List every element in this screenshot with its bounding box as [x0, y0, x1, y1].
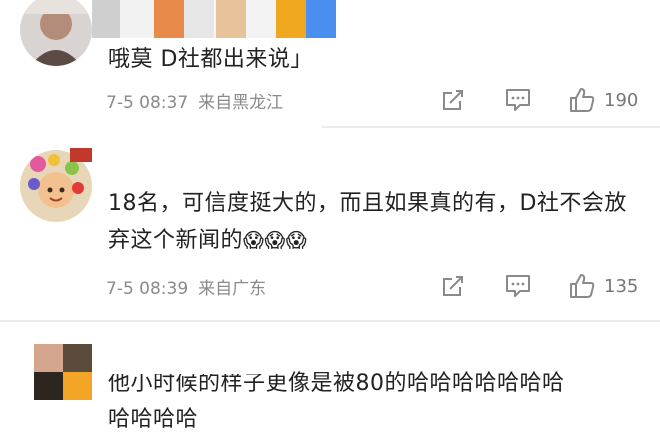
comment-text-line: 哈哈哈哈 [108, 407, 199, 432]
username-mosaic [92, 360, 292, 374]
like-icon [570, 274, 595, 298]
share-button[interactable] [440, 82, 466, 118]
emoji-group: 😱😱😱 [243, 228, 308, 252]
username-mosaic [70, 148, 92, 162]
share-icon [443, 90, 463, 110]
comment-item: 他小时候的样子更像是被80的哈哈哈哈哈哈哈 哈哈哈哈 [0, 330, 660, 437]
share-button[interactable] [440, 268, 466, 304]
reply-button[interactable] [504, 268, 532, 304]
like-icon [570, 88, 595, 112]
like-button[interactable]: 135 [568, 268, 638, 304]
like-count: 190 [604, 89, 639, 111]
like-count: 135 [604, 275, 639, 297]
reply-button[interactable] [504, 82, 532, 118]
comment-text: 他小时候的样子更像是被80的哈哈哈哈哈哈哈 哈哈哈哈 [108, 366, 646, 437]
comment-text: 哦莫 D社都出来说」 [108, 47, 313, 72]
divider [322, 126, 660, 128]
comment-text: 18名，可信度挺大的，而且如果真的有，D社不会放弃这个新闻的😱😱😱 [108, 186, 646, 259]
comment-item: 18名，可信度挺大的，而且如果真的有，D社不会放弃这个新闻的😱😱😱 7-5 08… [0, 140, 660, 310]
comment-item: 哦莫 D社都出来说」 7-5 08:37 来自黑龙江 190 [0, 0, 660, 120]
comment-actions: 190 [0, 82, 660, 118]
like-button[interactable]: 190 [568, 82, 638, 118]
comment-icon [506, 275, 530, 297]
divider [0, 320, 660, 322]
comment-text-body: 18名，可信度挺大的，而且如果真的有，D社不会放弃这个新闻的 [108, 191, 627, 253]
avatar[interactable] [34, 344, 92, 400]
avatar[interactable] [20, 0, 92, 66]
share-icon [443, 276, 463, 296]
comment-icon [506, 89, 530, 111]
comment-feed: 哦莫 D社都出来说」 7-5 08:37 来自黑龙江 190 18名，可信度挺大… [0, 0, 660, 437]
comment-actions: 135 [0, 268, 660, 304]
